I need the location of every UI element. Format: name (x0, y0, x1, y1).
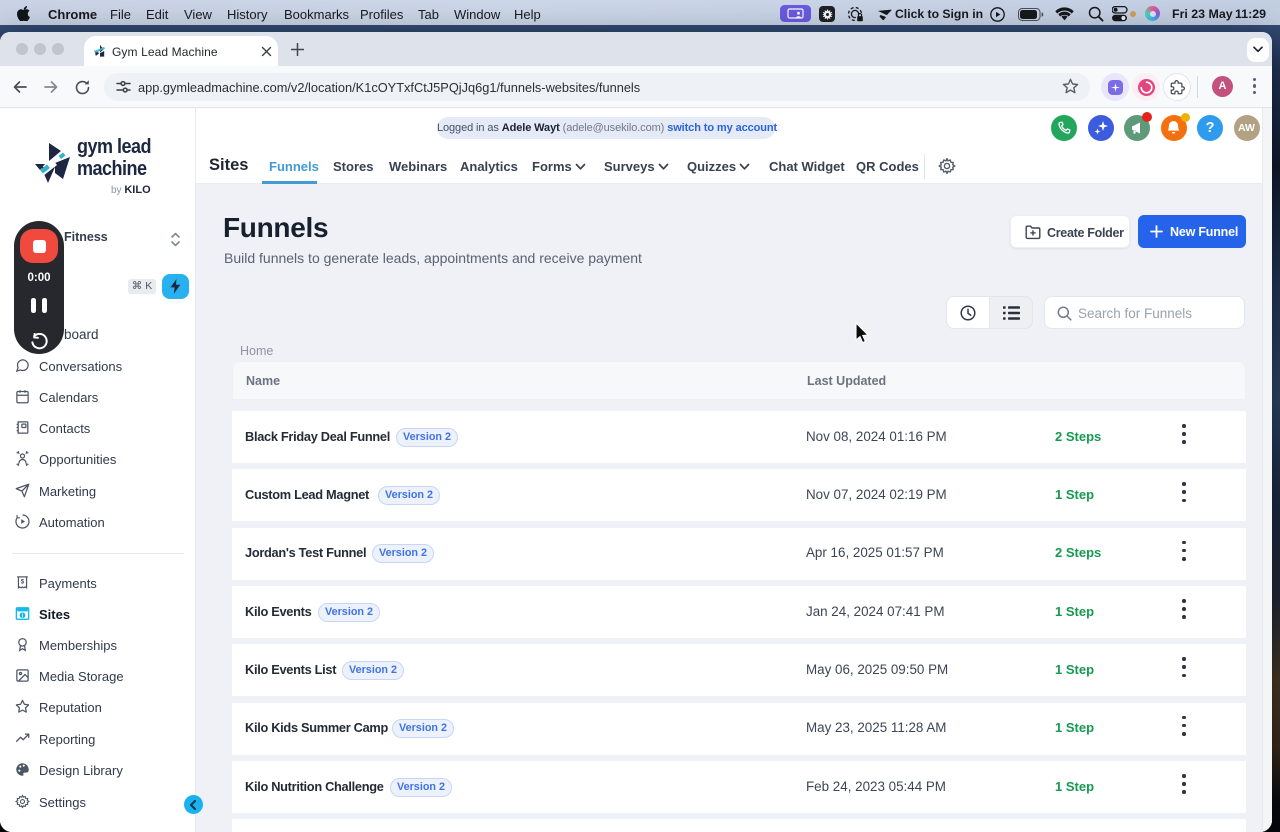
svg-text:$: $ (21, 578, 25, 585)
